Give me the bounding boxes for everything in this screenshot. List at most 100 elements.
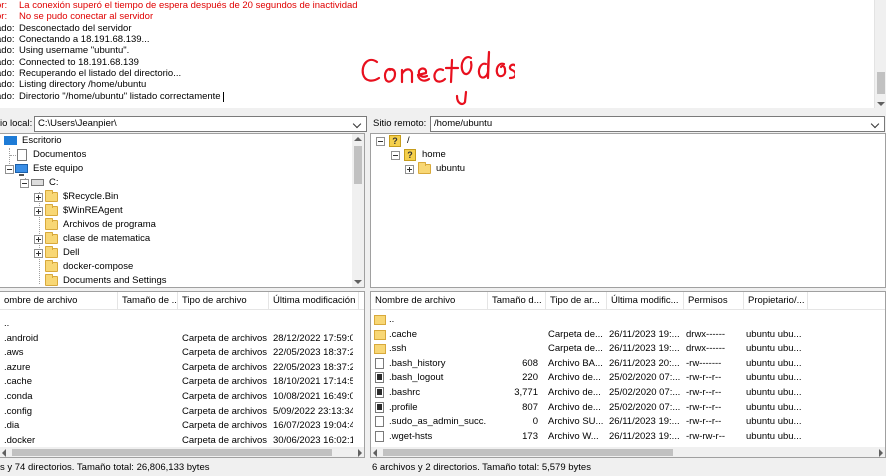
table-row[interactable]: .azure Carpeta de archivos 22/05/2023 18:3… (0, 361, 364, 376)
question-folder-icon: ? (389, 135, 401, 147)
folder-icon (45, 260, 58, 272)
collapse-icon[interactable] (5, 165, 14, 174)
remote-site-bar: Sitio remoto: /home/ubuntu (370, 114, 886, 134)
cell-type (548, 313, 606, 327)
scroll-right-icon[interactable] (358, 449, 362, 457)
remote-path-input[interactable]: /home/ubuntu (430, 116, 885, 132)
chevron-down-icon[interactable] (868, 116, 884, 132)
cell-type: Carpeta de archivos (182, 420, 268, 432)
remote-list-hscrollbar[interactable] (371, 447, 885, 457)
log-scrollbar[interactable] (874, 0, 886, 108)
cell-size (118, 361, 176, 375)
collapse-icon[interactable] (376, 137, 385, 146)
remote-file-list[interactable]: Nombre de archivo Tamaño d... Tipo de ar… (370, 291, 886, 458)
cell-name: .wget-hsts (389, 430, 433, 442)
text-cursor (223, 92, 224, 102)
table-row[interactable]: .cache Carpeta de... 26/11/2023 19:... drwx… (371, 328, 885, 343)
local-tree-scrollbar[interactable] (352, 134, 364, 287)
cell-size (488, 313, 538, 327)
cell-size (118, 346, 176, 360)
local-path-input[interactable]: C:\Users\Jeanpier\ (34, 116, 367, 132)
local-status-bar: s y 74 directorios. Tamaño total: 26,806… (0, 460, 366, 476)
scroll-thumb[interactable] (12, 449, 332, 456)
cell-modified: 26/11/2023 19:... (609, 343, 680, 355)
cell-modified: 16/07/2023 19:04:43 (273, 420, 353, 432)
column-header-name[interactable]: ombre de archivo (0, 292, 118, 310)
cell-modified: 25/02/2020 07:... (609, 372, 681, 384)
cell-name: .bash_history (389, 357, 446, 369)
remote-file-header: Nombre de archivo Tamaño d... Tipo de ar… (371, 292, 885, 310)
cell-type: Archivo de... (548, 387, 601, 398)
cell-modified: 30/06/2023 16:02:14 (273, 434, 353, 446)
table-row[interactable]: .cache Carpeta de archivos 18/10/2021 17:1… (0, 375, 364, 390)
cell-modified: 5/09/2022 23:13:34 (273, 405, 353, 417)
scroll-left-icon[interactable] (2, 449, 6, 457)
table-row[interactable]: .aws Carpeta de archivos 22/05/2023 18:37:… (0, 346, 364, 361)
cell-modified: 26/11/2023 19:... (609, 430, 680, 442)
expand-icon[interactable] (34, 207, 43, 216)
collapse-icon[interactable] (20, 179, 29, 188)
scroll-thumb[interactable] (383, 449, 673, 456)
table-row[interactable]: .bash_history 608 Archivo BA... 26/11/2023 … (371, 357, 885, 372)
cell-name: .bash_logout (389, 372, 444, 384)
cell-perms: -rw-rw-r-- (686, 430, 726, 442)
cell-size: 807 (522, 401, 538, 413)
expand-icon[interactable] (34, 249, 43, 258)
collapse-icon[interactable] (391, 151, 400, 160)
remote-directory-tree[interactable]: ? / ? home ubuntu (370, 133, 886, 288)
table-row[interactable]: .wget-hsts 173 Archivo W... 26/11/2023 19:.… (371, 430, 885, 445)
scroll-up-icon[interactable] (354, 137, 362, 141)
expand-icon[interactable] (34, 235, 43, 244)
cell-perms: -rw-r--r-- (686, 401, 722, 413)
expand-icon[interactable] (34, 193, 43, 202)
cell-modified: 10/08/2021 16:49:07 (273, 391, 353, 402)
cell-type: Archivo de... (548, 401, 601, 413)
column-header-permissions[interactable]: Permisos (684, 292, 744, 310)
expand-icon[interactable] (405, 165, 414, 174)
local-list-hscrollbar[interactable] (0, 447, 364, 457)
column-header-modified[interactable]: Última modificación (269, 292, 359, 310)
scroll-down-icon[interactable] (877, 102, 885, 106)
folder-icon (45, 246, 58, 258)
cell-type (182, 317, 270, 331)
scroll-right-icon[interactable] (879, 449, 883, 457)
table-row[interactable]: .dia Carpeta de archivos 16/07/2023 19:04:… (0, 419, 364, 434)
column-header-size[interactable]: Tamaño d... (488, 292, 546, 310)
column-header-owner[interactable]: Propietario/... (744, 292, 808, 310)
cell-name: .azure (4, 361, 31, 373)
remote-site-label: Sitio remoto: (373, 118, 427, 129)
table-row[interactable]: .profile 807 Archivo de... 25/02/2020 07:..… (371, 401, 885, 416)
column-header-name[interactable]: Nombre de archivo (371, 292, 488, 310)
table-row[interactable]: .conda Carpeta de archivos 10/08/2021 16:4… (0, 390, 364, 405)
table-row[interactable]: .sudo_as_admin_succ... 0 Archivo SU... 26/1… (371, 415, 885, 430)
table-row[interactable]: .android Carpeta de archivos 28/12/2022 17… (0, 332, 364, 347)
table-row[interactable]: .ssh Carpeta de... 26/11/2023 19:... drwx--… (371, 342, 885, 357)
cell-name: .cache (4, 376, 32, 388)
log-scroll-thumb[interactable] (877, 72, 885, 94)
cell-type: Carpeta de archivos (182, 332, 268, 344)
table-row[interactable]: .. (371, 313, 885, 328)
table-row[interactable]: .bashrc 3,771 Archivo de... 25/02/2020 07:.… (371, 386, 885, 401)
column-header-type[interactable]: Tipo de ar... (546, 292, 607, 310)
column-header-modified[interactable]: Última modific... (607, 292, 684, 310)
local-directory-tree[interactable]: Escritorio Documentos Este equipo C: $Re… (0, 133, 365, 288)
table-row[interactable]: .bash_logout 220 Archivo de... 25/02/2020 0… (371, 371, 885, 386)
folder-icon (45, 190, 58, 202)
table-row[interactable]: .. (0, 317, 364, 332)
table-row[interactable]: .config Carpeta de archivos 5/09/2022 23:1… (0, 405, 364, 420)
scroll-left-icon[interactable] (373, 449, 377, 457)
column-header-type[interactable]: Tipo de archivo (178, 292, 269, 310)
desktop-icon (4, 136, 17, 145)
cell-size: 220 (522, 372, 538, 384)
file-icon (375, 416, 384, 428)
scroll-thumb[interactable] (354, 146, 362, 184)
folder-icon (374, 344, 386, 355)
cell-type: Archivo SU... (548, 416, 604, 428)
chevron-down-icon[interactable] (350, 116, 366, 132)
local-file-list[interactable]: ombre de archivo Tamaño de ... Tipo de a… (0, 291, 365, 458)
dark-file-icon (375, 401, 384, 413)
column-header-size[interactable]: Tamaño de ... (118, 292, 178, 310)
scroll-down-icon[interactable] (354, 280, 362, 284)
handwritten-annotation (361, 50, 515, 106)
cell-size: 173 (522, 430, 538, 442)
